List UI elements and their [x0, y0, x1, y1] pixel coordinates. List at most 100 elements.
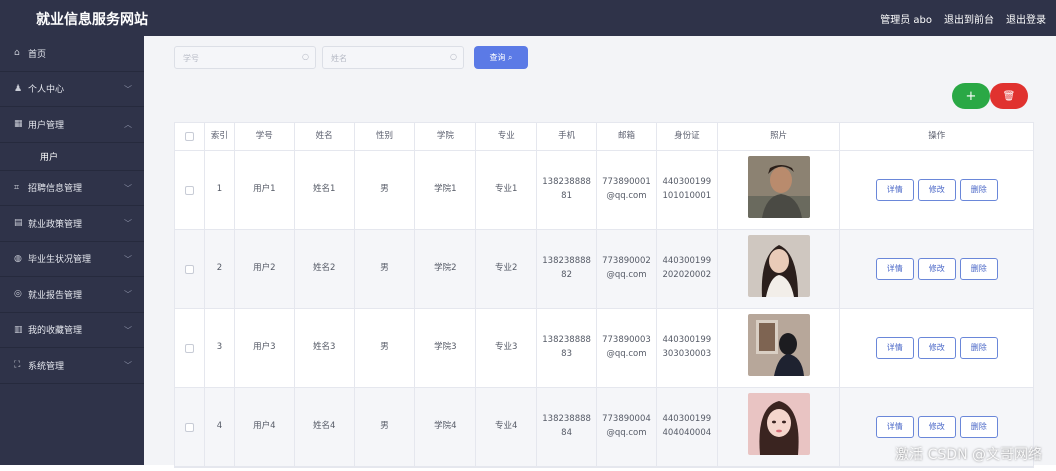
table-cell [175, 309, 205, 387]
sidebar-item-6[interactable]: ◎ 就业报告管理 ﹀ [0, 277, 144, 313]
chevron-down-icon: ﹀ [124, 325, 132, 335]
column-header [175, 123, 205, 150]
select-all-checkbox[interactable] [184, 132, 194, 141]
gender-cell: 男 [380, 342, 389, 353]
row-actions: 详情 修改 删除 [875, 179, 998, 201]
sidebar-item-label: 首页 [28, 49, 47, 60]
sidebar-item-label: 招聘信息管理 [28, 184, 83, 195]
table-cell: 用户2 [235, 230, 295, 308]
exit-to-front-link[interactable]: 退出到前台 [944, 11, 994, 26]
email-cell: 773890001@qq.com [602, 177, 651, 201]
row-checkbox[interactable] [184, 185, 194, 195]
add-button[interactable]: + [952, 83, 990, 109]
chevron-down-icon: ﹀ [124, 84, 132, 94]
table-cell [175, 230, 205, 308]
column-header: 学号 [235, 123, 295, 150]
phone-cell: 13823888883 [542, 335, 591, 359]
column-header: 专业 [476, 123, 538, 150]
batch-delete-button[interactable]: 🗑 [990, 83, 1028, 109]
sidebar-item-5[interactable]: ◍ 毕业生状况管理 ﹀ [0, 242, 144, 277]
sidebar-item-label: 就业报告管理 [28, 290, 83, 301]
phone-cell: 13823888884 [542, 414, 591, 438]
table-cell [718, 309, 841, 387]
table-cell: 440300199202020002 [657, 230, 718, 308]
table-cell: 13823888881 [537, 151, 598, 229]
detail-button[interactable]: 详情 [875, 258, 914, 280]
name-input[interactable]: 姓名 ○ [322, 46, 464, 69]
table-cell: 773890004@qq.com [597, 388, 657, 466]
expand-icon: ⛶ [14, 360, 21, 371]
table-cell [718, 151, 841, 229]
sidebar-item-label: 我的收藏管理 [28, 326, 83, 337]
chevron-down-icon: ﹀ [124, 183, 132, 193]
bulb-icon: ◍ [14, 253, 22, 264]
table-cell: 用户3 [235, 309, 295, 387]
college-cell: 学院4 [434, 421, 457, 432]
delete-button[interactable]: 删除 [959, 416, 998, 438]
college-cell: 学院3 [434, 342, 457, 353]
table-cell: 440300199404040004 [657, 388, 718, 466]
index-cell: 4 [216, 421, 223, 432]
site-title: 就业信息服务网站 [36, 12, 148, 28]
table-cell: 2 [205, 230, 235, 308]
table-cell: 详情 修改 删除 [840, 151, 1033, 229]
row-actions: 详情 修改 删除 [875, 337, 998, 359]
row-actions: 详情 修改 删除 [875, 258, 998, 280]
row-checkbox[interactable] [184, 264, 194, 274]
chevron-down-icon: ﹀ [124, 254, 132, 264]
sidebar-item-7[interactable]: ▥ 我的收藏管理 ﹀ [0, 313, 144, 348]
delete-button[interactable]: 删除 [959, 258, 998, 280]
table-cell: 用户4 [235, 388, 295, 466]
gender-cell: 男 [380, 184, 389, 195]
sidebar-item-4[interactable]: ▤ 就业政策管理 ﹀ [0, 206, 144, 242]
search-icon: ⌕ [508, 52, 513, 62]
table-header-row: 索引 学号 姓名 性别 学院 专业 手机 邮箱 身份证 照片 操作 [175, 123, 1033, 151]
delete-button[interactable]: 删除 [959, 179, 998, 201]
student-no-input[interactable]: 学号 ○ [174, 46, 316, 69]
table-cell: 专业1 [476, 151, 538, 229]
email-cell: 773890004@qq.com [602, 414, 651, 438]
chevron-down-icon: ﹀ [124, 361, 132, 370]
detail-button[interactable]: 详情 [875, 179, 914, 201]
table-cell: 专业4 [476, 388, 538, 466]
user-photo [747, 235, 810, 303]
sidebar-item-3[interactable]: ⌗ 招聘信息管理 ﹀ [0, 171, 144, 206]
delete-button[interactable]: 删除 [959, 337, 998, 359]
sidebar-item-2[interactable]: ▦ 用户管理 ︿ [0, 107, 144, 143]
edit-button[interactable]: 修改 [917, 337, 956, 359]
name-cell: 姓名1 [312, 184, 336, 195]
watermark: 激活 CSDN @文哥网络 [895, 447, 1042, 463]
index-cell: 2 [216, 263, 223, 274]
sidebar-item-label: 系统管理 [28, 361, 65, 372]
name-cell: 姓名4 [312, 421, 336, 432]
user-photo [747, 156, 810, 224]
detail-button[interactable]: 详情 [875, 337, 914, 359]
student-no-cell: 用户2 [253, 263, 276, 274]
table-cell [718, 388, 841, 466]
sidebar-item-8[interactable]: ⛶ 系统管理 ﹀ [0, 348, 144, 384]
table-cell [175, 151, 205, 229]
logout-link[interactable]: 退出登录 [1006, 11, 1046, 26]
row-checkbox[interactable] [184, 422, 194, 432]
sidebar-item-1[interactable]: ♟ 个人中心 ﹀ [0, 72, 144, 107]
edit-button[interactable]: 修改 [917, 258, 956, 280]
table-cell: 男 [355, 230, 416, 308]
email-cell: 773890002@qq.com [602, 256, 651, 280]
sidebar-subitem[interactable]: 用户 [0, 143, 144, 171]
search-icon: ○ [450, 52, 457, 61]
table-cell: 学院1 [415, 151, 477, 229]
row-checkbox[interactable] [184, 343, 194, 353]
column-header: 手机 [537, 123, 598, 150]
table-cell: 440300199101010001 [657, 151, 718, 229]
search-button[interactable]: 查询 ⌕ [474, 46, 528, 69]
edit-button[interactable]: 修改 [917, 416, 956, 438]
id-card-cell: 440300199101010001 [662, 177, 712, 201]
table-cell: 男 [355, 309, 416, 387]
edit-button[interactable]: 修改 [917, 179, 956, 201]
top-bar: 就业信息服务网站 管理员 abo 退出到前台 退出登录 [0, 0, 1056, 36]
column-header: 身份证 [657, 123, 718, 150]
sidebar-item-0[interactable]: ⌂ 首页 [0, 36, 144, 72]
detail-button[interactable]: 详情 [875, 416, 914, 438]
sidebar-item-label: 用户管理 [28, 120, 65, 131]
table-cell: 773890002@qq.com [597, 230, 657, 308]
